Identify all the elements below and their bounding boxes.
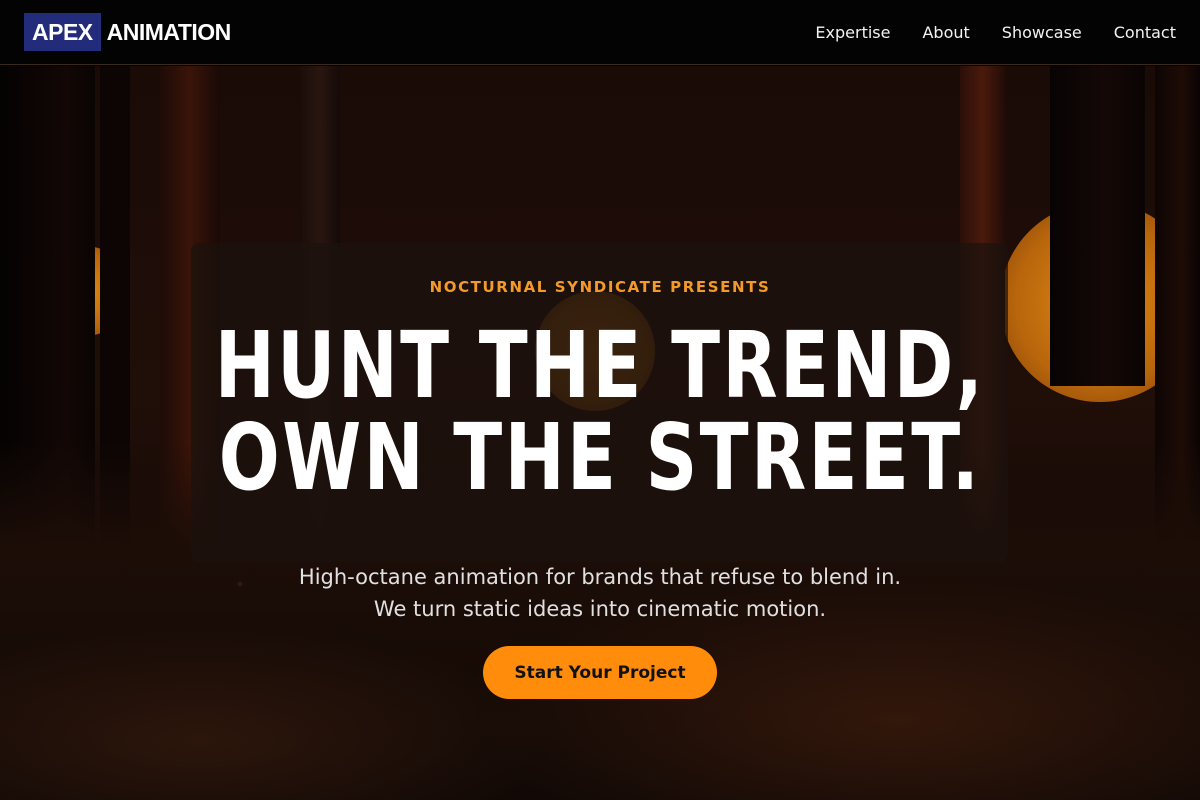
brand-logo[interactable]: APEX ANIMATION	[24, 13, 231, 51]
start-project-button[interactable]: Start Your Project	[483, 646, 717, 699]
nav-link-about[interactable]: About	[922, 23, 969, 42]
hero-headline-line-2: OWN THE STREET.	[218, 404, 982, 511]
nav-link-showcase[interactable]: Showcase	[1002, 23, 1082, 42]
hero-kicker: NOCTURNAL SYNDICATE PRESENTS	[429, 278, 771, 296]
hero-headline-line-1: HUNT THE TREND,	[214, 312, 986, 419]
nav-link-expertise[interactable]: Expertise	[815, 23, 890, 42]
main-nav: Expertise About Showcase Contact	[815, 23, 1176, 42]
logo-text: ANIMATION	[106, 18, 232, 45]
hero-subtitle-line-2: We turn static ideas into cinematic moti…	[373, 597, 827, 621]
site-header: APEX ANIMATION Expertise About Showcase …	[0, 0, 1200, 65]
logo-box-text: APEX	[24, 13, 101, 51]
hero-subtitle-line-1: High-octane animation for brands that re…	[298, 565, 902, 589]
nav-link-contact[interactable]: Contact	[1114, 23, 1176, 42]
